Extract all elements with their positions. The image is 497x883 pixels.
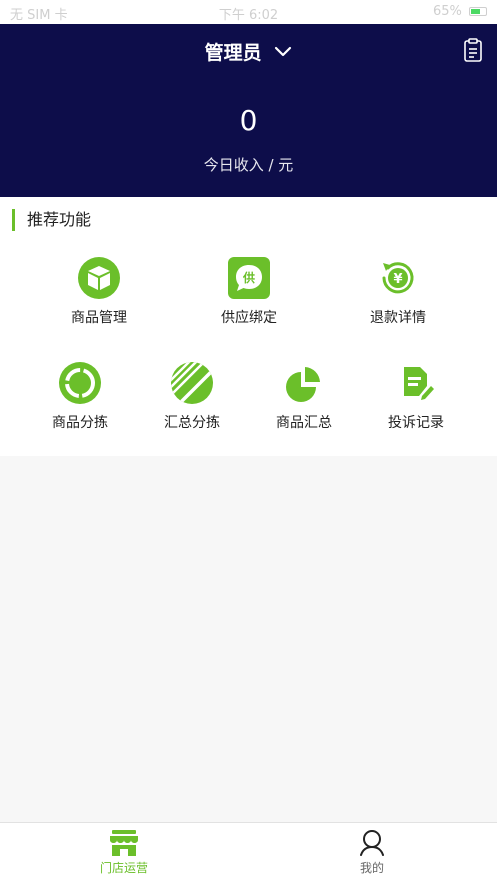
recommended-features: 推荐功能 商品管理 供 供应绑定 ¥ 退款详情 商品分拣 汇总分拣 商品汇总 投… (0, 197, 497, 456)
tab-store-operations[interactable]: 门店运营 (64, 829, 184, 876)
battery-status: 65% (433, 4, 487, 19)
role-label: 管理员 (204, 42, 262, 64)
user-icon (360, 830, 384, 856)
box-icon (78, 257, 120, 299)
ring-icon (59, 362, 101, 404)
feature-product-management[interactable]: 商品管理 (39, 257, 159, 327)
feature-refund-details[interactable]: ¥ 退款详情 (338, 257, 458, 327)
store-icon (110, 830, 138, 856)
header: 管理员 0 今日收入 / 元 (0, 24, 497, 197)
feature-product-summary[interactable]: 商品汇总 (244, 362, 364, 432)
refund-yuan-icon: ¥ (382, 262, 414, 294)
battery-icon (469, 7, 487, 16)
tab-label: 门店运营 (99, 861, 148, 875)
pie-chart-icon (286, 367, 320, 402)
today-income-label: 今日收入 / 元 (203, 156, 294, 174)
bottom-tab-bar: 门店运营 我的 (0, 822, 497, 883)
tab-label: 我的 (359, 861, 384, 875)
tab-mine[interactable]: 我的 (312, 829, 432, 876)
supply-glyph: 供 (242, 270, 255, 285)
striped-circle-icon (171, 362, 213, 404)
feature-supply-binding[interactable]: 供 供应绑定 (189, 257, 309, 327)
supply-chat-icon: 供 (228, 257, 270, 299)
battery-percent: 65% (432, 4, 462, 19)
chevron-down-icon (275, 46, 292, 57)
feature-label: 商品分拣 (52, 415, 108, 431)
status-bar: 无 SIM 卡 下午 6:02 65% (0, 0, 497, 24)
feature-label: 商品汇总 (276, 415, 332, 431)
feature-label: 退款详情 (370, 310, 426, 326)
feature-label: 汇总分拣 (164, 415, 220, 431)
today-income-value: 0 (239, 104, 258, 137)
feature-complaint-records[interactable]: 投诉记录 (356, 362, 476, 432)
feature-label: 商品管理 (71, 310, 127, 326)
section-title: 推荐功能 (12, 209, 91, 231)
clipboard-icon[interactable] (463, 38, 483, 62)
feature-label: 投诉记录 (388, 415, 444, 431)
status-time: 下午 6:02 (218, 8, 279, 23)
role-switcher[interactable]: 管理员 (0, 38, 497, 65)
feature-product-sorting[interactable]: 商品分拣 (20, 362, 140, 432)
feature-summary-sorting[interactable]: 汇总分拣 (132, 362, 252, 432)
feature-label: 供应绑定 (221, 310, 277, 326)
document-edit-icon (404, 367, 434, 400)
refund-glyph: ¥ (393, 272, 402, 287)
